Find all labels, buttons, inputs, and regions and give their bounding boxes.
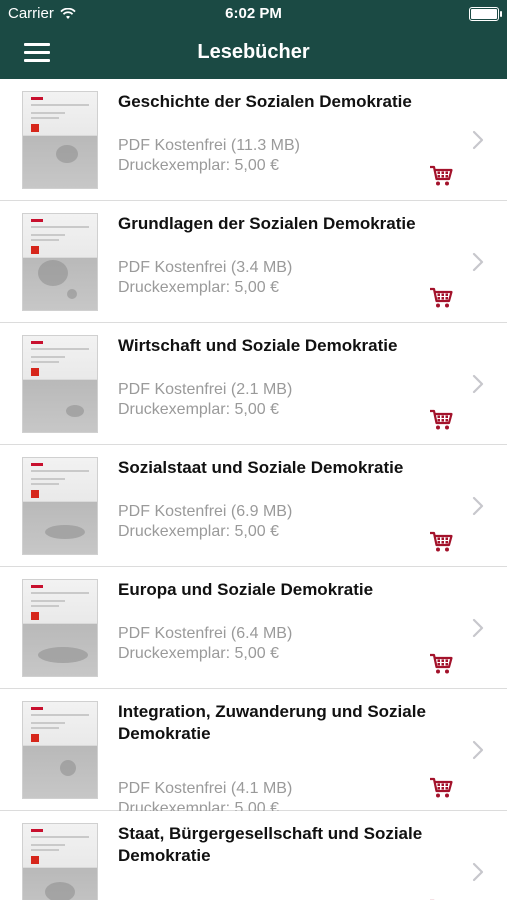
- chevron-right-icon: [472, 374, 484, 394]
- book-row[interactable]: Sozialstaat und Soziale Demokratie PDF K…: [0, 445, 507, 567]
- chevron-right-icon: [472, 252, 484, 272]
- shopping-cart-icon[interactable]: [429, 531, 453, 553]
- book-cover-thumbnail: [22, 213, 98, 311]
- pdf-info: PDF Kostenfrei (11.3 MB): [118, 137, 300, 154]
- pdf-info: PDF Kostenfrei (4.1 MB): [118, 780, 293, 797]
- book-row[interactable]: Integration, Zuwanderung und Soziale Dem…: [0, 689, 507, 817]
- book-title: Sozialstaat und Soziale Demokratie: [118, 458, 404, 477]
- book-row[interactable]: Staat, Bürgergesellschaft und Soziale De…: [0, 811, 507, 900]
- shopping-cart-icon[interactable]: [429, 409, 453, 431]
- print-price: Druckexemplar: 5,00 €: [118, 645, 279, 662]
- book-row[interactable]: Grundlagen der Sozialen Demokratie PDF K…: [0, 201, 507, 323]
- pdf-info: PDF Kostenfrei (6.4 MB): [118, 625, 293, 642]
- print-price: Druckexemplar: 5,00 €: [118, 523, 279, 540]
- pdf-info: PDF Kostenfrei (2.1 MB): [118, 381, 293, 398]
- chevron-right-icon: [472, 740, 484, 760]
- book-cover-thumbnail: [22, 335, 98, 433]
- chevron-right-icon: [472, 862, 484, 882]
- print-price: Druckexemplar: 5,00 €: [118, 279, 279, 296]
- book-title: Grundlagen der Sozialen Demokratie: [118, 214, 416, 233]
- book-title: Integration, Zuwanderung und Soziale Dem…: [118, 702, 426, 743]
- chevron-right-icon: [472, 130, 484, 150]
- book-list: Geschichte der Sozialen Demokratie PDF K…: [0, 79, 507, 900]
- shopping-cart-icon[interactable]: [429, 653, 453, 675]
- print-price: Druckexemplar: 5,00 €: [118, 157, 279, 174]
- chevron-right-icon: [472, 618, 484, 638]
- battery-icon: [469, 7, 502, 21]
- print-price: Druckexemplar: 5,00 €: [118, 401, 279, 418]
- clock: 6:02 PM: [225, 5, 282, 22]
- book-title: Geschichte der Sozialen Demokratie: [118, 92, 412, 111]
- book-cover-thumbnail: [22, 701, 98, 799]
- book-title: Wirtschaft und Soziale Demokratie: [118, 336, 398, 355]
- book-row[interactable]: Wirtschaft und Soziale Demokratie PDF Ko…: [0, 323, 507, 445]
- page-title: Lesebücher: [197, 41, 310, 63]
- navigation-bar: Lesebücher: [0, 28, 507, 79]
- book-cover-thumbnail: [22, 823, 98, 900]
- status-bar: Carrier 6:02 PM: [0, 0, 507, 28]
- book-row[interactable]: Europa und Soziale Demokratie PDF Kosten…: [0, 567, 507, 689]
- book-title: Staat, Bürgergesellschaft und Soziale De…: [118, 824, 423, 865]
- book-row[interactable]: Geschichte der Sozialen Demokratie PDF K…: [0, 79, 507, 201]
- book-title: Europa und Soziale Demokratie: [118, 580, 374, 599]
- shopping-cart-icon[interactable]: [429, 287, 453, 309]
- shopping-cart-icon[interactable]: [429, 165, 453, 187]
- book-cover-thumbnail: [22, 457, 98, 555]
- book-cover-thumbnail: [22, 91, 98, 189]
- chevron-right-icon: [472, 496, 484, 516]
- pdf-info: PDF Kostenfrei (6.9 MB): [118, 503, 293, 520]
- shopping-cart-icon[interactable]: [429, 777, 453, 799]
- book-cover-thumbnail: [22, 579, 98, 677]
- pdf-info: PDF Kostenfrei (3.4 MB): [118, 259, 293, 276]
